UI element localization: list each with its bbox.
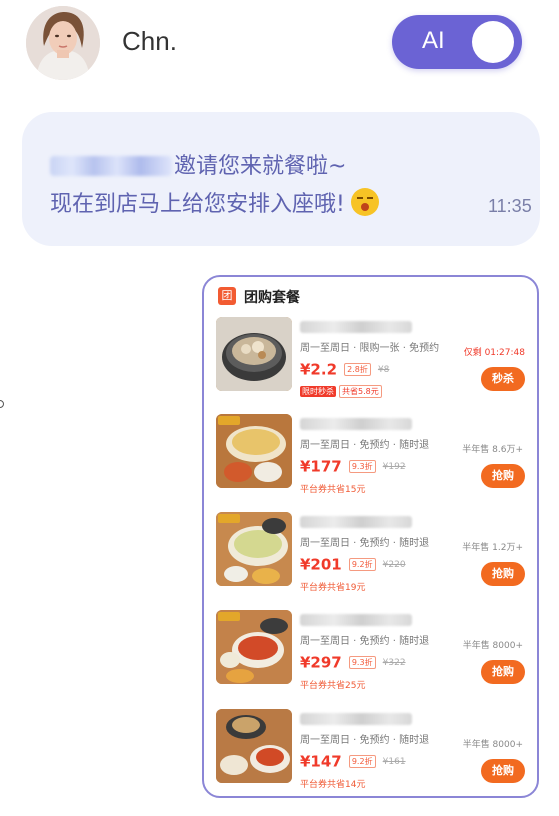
deal-sales: 半年售 8000+ — [462, 740, 523, 750]
message-line-2: 现在到店马上给您安排入座哦! — [50, 186, 379, 218]
deal-sales: 半年售 8000+ — [462, 641, 523, 651]
savings-tag: 共省5.8元 — [339, 385, 382, 398]
deal-countdown: 仅剩 01:27:48 — [463, 348, 525, 358]
deal-name-blurred — [300, 516, 412, 528]
deal-price: ¥201 — [300, 555, 342, 574]
side-indicator-dot — [0, 400, 4, 408]
yawning-face-icon — [350, 188, 379, 216]
message-timestamp: 11:35 — [488, 196, 532, 216]
deal-item[interactable]: 周一至周日 · 免预约 · 随时退 ¥177 9.3折 ¥192 平台券共省15… — [204, 412, 537, 504]
deal-discount: 2.8折 — [344, 363, 371, 376]
deal-original-price: ¥192 — [382, 461, 406, 472]
deal-discount: 9.2折 — [348, 558, 376, 571]
deal-price: ¥297 — [300, 653, 342, 672]
deal-thumbnail — [216, 512, 292, 586]
deal-tags: 限时秒杀 共省5.8元 — [300, 385, 382, 398]
deal-sales: 半年售 8.6万+ — [462, 445, 523, 455]
deal-price-row: ¥147 9.2折 ¥161 — [300, 751, 406, 771]
deal-price-row: ¥2.2 2.8折 ¥8 — [300, 359, 389, 379]
avatar[interactable] — [26, 6, 100, 80]
deal-item[interactable]: 周一至周日 · 限购一张 · 免预约 ¥2.2 2.8折 ¥8 限时秒杀 共省5.… — [204, 315, 537, 407]
group-buy-card[interactable]: 团 团购套餐 周一至周日 · 限购一张 · 免预约 ¥2.2 2.8折 ¥8 限… — [202, 275, 539, 798]
flash-sale-tag: 限时秒杀 — [300, 386, 336, 397]
blurred-name — [50, 156, 172, 176]
buy-button[interactable]: 抢购 — [481, 660, 525, 684]
deal-discount: 9.3折 — [348, 460, 376, 473]
deal-meta: 周一至周日 · 限购一张 · 免预约 — [300, 343, 440, 354]
deal-coupon: 平台券共省15元 — [300, 485, 366, 495]
deal-name-blurred — [300, 614, 412, 626]
avatar-portrait-icon — [26, 6, 100, 80]
deal-sales: 半年售 1.2万+ — [462, 543, 523, 553]
card-title: 团购套餐 — [244, 290, 300, 306]
buy-button[interactable]: 抢购 — [481, 562, 525, 586]
ai-toggle[interactable]: AI — [392, 15, 522, 69]
message-bubble: 邀请您来就餐啦~ 现在到店马上给您安排入座哦! 11:35 — [22, 112, 540, 246]
deal-original-price: ¥322 — [382, 657, 406, 668]
deal-coupon: 平台券共省25元 — [300, 681, 366, 691]
deal-discount: 9.3折 — [348, 656, 376, 669]
deal-price: ¥2.2 — [300, 360, 338, 379]
flash-buy-button[interactable]: 秒杀 — [481, 367, 525, 391]
deal-price-row: ¥297 9.3折 ¥322 — [300, 652, 406, 672]
deal-thumbnail — [216, 610, 292, 684]
chat-header: Chn. AI — [0, 0, 559, 90]
deal-meta: 周一至周日 · 免预约 · 随时退 — [300, 440, 430, 451]
deal-meta: 周一至周日 · 免预约 · 随时退 — [300, 636, 430, 647]
group-buy-logo-icon: 团 — [218, 287, 236, 305]
deal-item[interactable]: 周一至周日 · 免预约 · 随时退 ¥297 9.3折 ¥322 平台券共省25… — [204, 608, 537, 700]
deal-thumbnail — [216, 709, 292, 783]
deal-original-price: ¥220 — [382, 559, 406, 570]
deal-price-row: ¥177 9.3折 ¥192 — [300, 456, 406, 476]
message-line-2-text: 现在到店马上给您安排入座哦! — [50, 192, 345, 217]
username: Chn. — [122, 26, 177, 56]
deal-name-blurred — [300, 418, 412, 430]
deal-name-blurred — [300, 713, 412, 725]
deal-price: ¥147 — [300, 752, 342, 771]
deal-item[interactable]: 周一至周日 · 免预约 · 随时退 ¥201 9.2折 ¥220 平台券共省19… — [204, 510, 537, 602]
deal-name-blurred — [300, 321, 412, 333]
toggle-knob — [472, 21, 514, 63]
deal-coupon: 平台券共省19元 — [300, 583, 366, 593]
deal-coupon: 平台券共省14元 — [300, 780, 366, 790]
deal-original-price: ¥8 — [377, 364, 390, 375]
buy-button[interactable]: 抢购 — [481, 759, 525, 783]
message-line-1: 邀请您来就餐啦~ — [50, 148, 346, 180]
deal-meta: 周一至周日 · 免预约 · 随时退 — [300, 735, 430, 746]
deal-thumbnail — [216, 414, 292, 488]
deal-meta: 周一至周日 · 免预约 · 随时退 — [300, 538, 430, 549]
message-line-1-text: 邀请您来就餐啦~ — [174, 154, 347, 179]
buy-button[interactable]: 抢购 — [481, 464, 525, 488]
deal-price: ¥177 — [300, 457, 342, 476]
ai-toggle-label: AI — [422, 27, 445, 54]
deal-item[interactable]: 周一至周日 · 免预约 · 随时退 ¥147 9.2折 ¥161 平台券共省14… — [204, 707, 537, 796]
deal-discount: 9.2折 — [348, 755, 376, 768]
deal-price-row: ¥201 9.2折 ¥220 — [300, 554, 406, 574]
deal-thumbnail — [216, 317, 292, 391]
deal-original-price: ¥161 — [382, 756, 406, 767]
